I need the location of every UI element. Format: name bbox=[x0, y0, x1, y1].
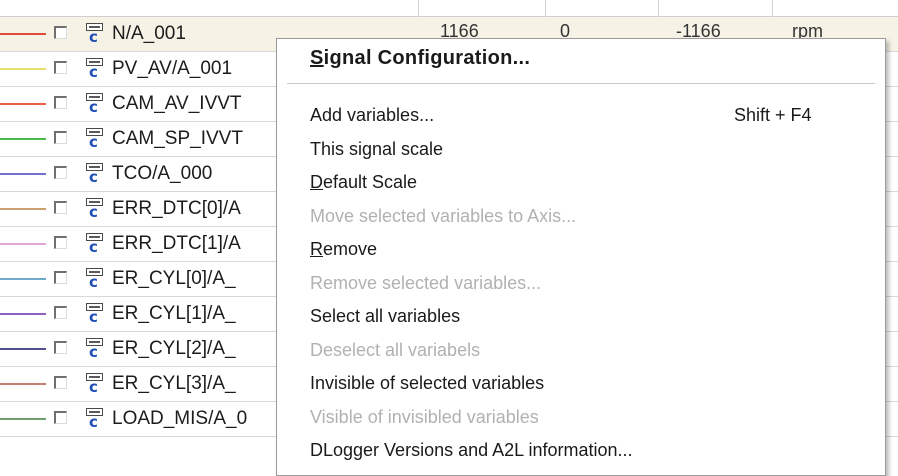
context-menu: Signal Configuration... Add variables...… bbox=[276, 38, 886, 476]
variable-type-icon: c bbox=[84, 373, 106, 397]
signal-name: ER_CYL[0]/A_ bbox=[112, 268, 236, 289]
variable-type-icon: c bbox=[84, 338, 106, 362]
variable-type-icon: c bbox=[84, 23, 106, 47]
signal-name: N/A_001 bbox=[112, 23, 186, 44]
signal-name: CAM_AV_IVVT bbox=[112, 93, 242, 114]
signal-color-line bbox=[0, 383, 46, 385]
menu-item-select-all-variables[interactable]: Select all variables bbox=[310, 306, 460, 327]
variable-type-icon: c bbox=[84, 408, 106, 432]
signal-color-line bbox=[0, 278, 46, 280]
menu-item-remove-selected-variables: Remove selected variables... bbox=[310, 272, 542, 293]
signal-visibility-checkbox[interactable] bbox=[54, 411, 67, 424]
signal-name: LOAD_MIS/A_0 bbox=[112, 408, 248, 429]
signal-color-line bbox=[0, 348, 46, 350]
menu-separator bbox=[287, 83, 875, 84]
signal-color-line bbox=[0, 418, 46, 420]
signal-color-line bbox=[0, 68, 46, 70]
signal-visibility-checkbox[interactable] bbox=[54, 201, 67, 214]
signal-name: CAM_SP_IVVT bbox=[112, 128, 243, 149]
signal-color-line bbox=[0, 173, 46, 175]
signal-name: TCO/A_000 bbox=[112, 163, 213, 184]
menu-item-dlogger-versions-and-a2l-information[interactable]: DLogger Versions and A2L information... bbox=[310, 440, 633, 461]
menu-item-deselect-all-variabels: Deselect all variabels bbox=[310, 339, 481, 360]
signal-color-line bbox=[0, 103, 46, 105]
signal-name: PV_AV/A_001 bbox=[112, 58, 233, 79]
menu-item-emove[interactable]: Remove bbox=[310, 239, 377, 260]
variable-type-icon: c bbox=[84, 128, 106, 152]
signal-visibility-checkbox[interactable] bbox=[54, 61, 67, 74]
signal-name: ER_CYL[1]/A_ bbox=[112, 303, 236, 324]
signal-name: ERR_DTC[1]/A bbox=[112, 233, 241, 254]
signal-visibility-checkbox[interactable] bbox=[54, 306, 67, 319]
menu-item-this-signal-scale[interactable]: This signal scale bbox=[310, 139, 443, 160]
signal-visibility-checkbox[interactable] bbox=[54, 131, 67, 144]
menu-item-invisible-of-selected-variables[interactable]: Invisible of selected variables bbox=[310, 373, 544, 394]
signal-visibility-checkbox[interactable] bbox=[54, 236, 67, 249]
menu-shortcut: Shift + F4 bbox=[734, 105, 812, 125]
signal-visibility-checkbox[interactable] bbox=[54, 96, 67, 109]
variable-type-icon: c bbox=[84, 58, 106, 82]
variable-type-icon: c bbox=[84, 198, 106, 222]
signal-name: ER_CYL[2]/A_ bbox=[112, 338, 236, 359]
signal-name: ER_CYL[3]/A_ bbox=[112, 373, 236, 394]
signal-visibility-checkbox[interactable] bbox=[54, 376, 67, 389]
menu-item-move-selected-variables-to-axis: Move selected variables to Axis... bbox=[310, 205, 577, 226]
signal-name: ERR_DTC[0]/A bbox=[112, 198, 241, 219]
signal-color-line bbox=[0, 208, 46, 210]
signal-visibility-checkbox[interactable] bbox=[54, 341, 67, 354]
variable-type-icon: c bbox=[84, 233, 106, 257]
menu-item-add-variables[interactable]: Add variables... bbox=[310, 105, 434, 126]
variable-type-icon: c bbox=[84, 268, 106, 292]
variable-type-icon: c bbox=[84, 163, 106, 187]
variable-type-icon: c bbox=[84, 303, 106, 327]
signal-color-line bbox=[0, 33, 46, 35]
menu-item-visible-of-invisibled-variables: Visible of invisibled variables bbox=[310, 406, 539, 427]
variable-type-icon: c bbox=[84, 93, 106, 117]
partial-top-row bbox=[0, 0, 898, 17]
signal-color-line bbox=[0, 313, 46, 315]
signal-visibility-checkbox[interactable] bbox=[54, 166, 67, 179]
menu-item-signal-configuration[interactable]: Signal Configuration... bbox=[310, 47, 530, 70]
signal-color-line bbox=[0, 243, 46, 245]
menu-item-efault-scale[interactable]: Default Scale bbox=[310, 172, 417, 193]
signal-visibility-checkbox[interactable] bbox=[54, 271, 67, 284]
signal-color-line bbox=[0, 138, 46, 140]
signal-visibility-checkbox[interactable] bbox=[54, 26, 67, 39]
